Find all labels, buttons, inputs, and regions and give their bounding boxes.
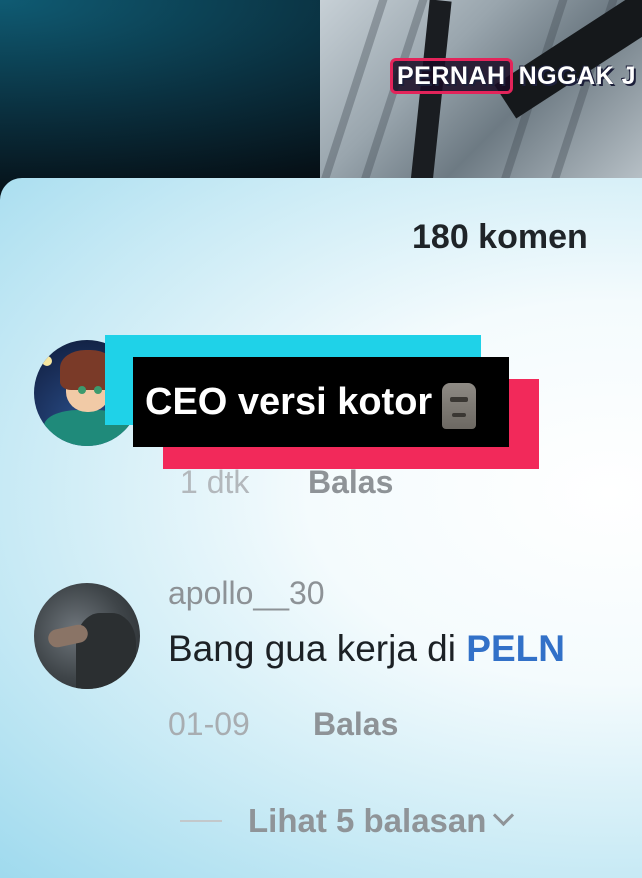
view-replies-button[interactable]: Lihat 5 balasan xyxy=(248,802,515,840)
reply-button[interactable]: Balas xyxy=(313,706,398,743)
comment-timestamp: 1 dtk xyxy=(180,464,250,500)
shirt-stripe xyxy=(320,0,398,185)
comment-count: 180 komen xyxy=(412,218,588,256)
avatar-body xyxy=(76,613,136,689)
video-player[interactable]: PERNAH NGGAK J xyxy=(320,0,642,185)
avatar[interactable] xyxy=(34,583,140,689)
sticker-text: CEO versi kotor xyxy=(145,380,433,423)
comment-timestamp: 01-09 xyxy=(168,706,250,742)
avatar-eye xyxy=(78,386,86,394)
sticker-face: CEO versi kotor xyxy=(133,357,509,447)
replies-divider xyxy=(180,820,222,822)
mention-link[interactable]: PELN xyxy=(466,628,565,669)
view-replies-label: Lihat 5 balasan xyxy=(248,802,487,839)
video-caption: PERNAH NGGAK J xyxy=(390,58,636,94)
comments-sheet xyxy=(0,178,642,878)
comment-username[interactable]: apollo__30 xyxy=(168,575,325,612)
caption-text: NGGAK J xyxy=(518,61,636,90)
caption-highlight: PERNAH xyxy=(390,58,513,94)
avatar-eye xyxy=(94,386,102,394)
reply-button[interactable]: Balas xyxy=(308,464,393,501)
moon-decoration xyxy=(42,356,52,366)
moai-icon xyxy=(442,383,477,429)
comment-text: Bang gua kerja di PELN xyxy=(168,628,565,670)
caption-sticker: CEO versi kotor xyxy=(105,335,539,469)
comment-body: Bang gua kerja di xyxy=(168,628,467,669)
chevron-down-icon xyxy=(493,804,515,826)
